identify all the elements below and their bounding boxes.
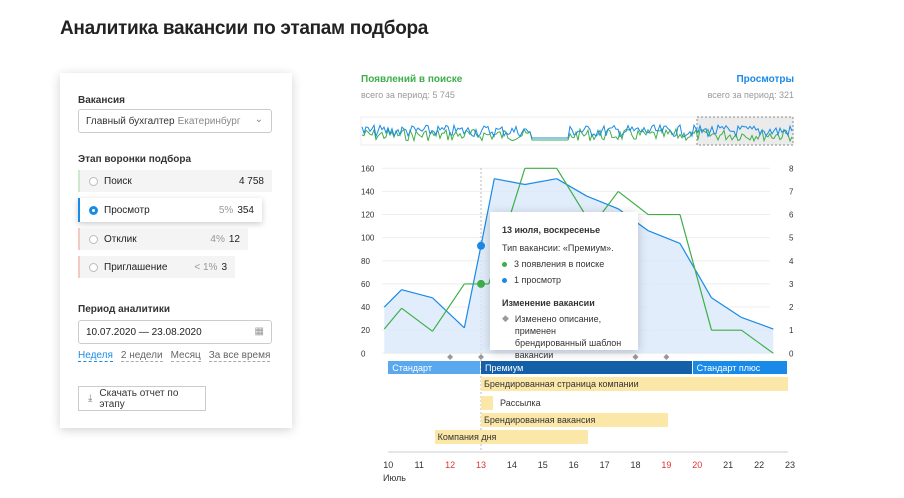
x-axis-tick: 20 [692, 460, 703, 470]
x-axis-tick: 19 [661, 460, 672, 470]
x-axis-tick: 22 [754, 460, 765, 470]
views-hover-point [477, 241, 485, 250]
service-label: Рассылка [500, 398, 541, 408]
x-axis-tick: 17 [599, 460, 610, 470]
service-label: Брендированная вакансия [484, 415, 596, 425]
tooltip-date: 13 июля, воскресенье [502, 225, 601, 235]
service-bar[interactable]: Рассылка [481, 396, 541, 410]
analytics-chart: 0 020 140 260 380 4100 5120 6140 7160 8 [360, 116, 794, 453]
diamond-icon: ◆ [502, 313, 509, 323]
tooltip-change-text: Изменено описание, применен брендированн… [514, 314, 622, 360]
left-axis-tick: 140 [361, 187, 375, 196]
x-axis-tick: 21 [723, 460, 734, 470]
right-axis-tick: 1 [789, 326, 794, 335]
service-bar[interactable]: Брендированная страница компании [481, 377, 789, 391]
change-marker-diamond [478, 354, 484, 360]
service-bar[interactable]: Брендированная вакансия [481, 413, 668, 427]
chart-tooltip: 13 июля, воскресенье Тип вакансии: «Прем… [490, 212, 638, 360]
x-axis-tick: 11 [414, 460, 424, 470]
service-label: Компания дня [437, 432, 497, 442]
vacancy-type-bar[interactable]: Премиум [481, 361, 692, 374]
left-axis-tick: 160 [361, 164, 375, 173]
x-axis-tick: 23 [784, 460, 795, 470]
right-axis-tick: 5 [789, 234, 794, 243]
x-axis-tick: 12 [445, 460, 456, 470]
left-axis-tick: 120 [361, 211, 375, 220]
vacancy-type-bar[interactable]: Стандарт [388, 361, 480, 374]
x-axis-tick: 10 [383, 460, 394, 470]
left-axis-tick: 100 [361, 234, 375, 243]
left-axis-tick: 80 [361, 257, 370, 266]
service-label: Брендированная страница компании [484, 379, 639, 389]
green-dot-icon [502, 261, 507, 267]
x-axis-tick: 18 [630, 460, 641, 470]
tooltip-type: Тип вакансии: «Премиум». [502, 243, 614, 253]
right-axis-tick: 2 [789, 303, 794, 312]
x-axis-tick: 16 [568, 460, 579, 470]
x-axis-tick: 15 [537, 460, 548, 470]
left-axis-tick: 0 [361, 349, 366, 358]
right-axis-tick: 6 [789, 211, 794, 220]
x-axis-tick: 14 [506, 460, 517, 470]
tooltip-change-title: Изменение вакансии [502, 298, 595, 308]
x-axis-month: Июль [383, 473, 406, 483]
right-axis-tick: 7 [789, 187, 794, 196]
right-axis-tick: 3 [789, 280, 794, 289]
tooltip-views: 1 просмотр [514, 275, 562, 285]
left-axis-tick: 20 [361, 326, 370, 335]
x-axis-tick: 13 [475, 460, 486, 470]
search-hover-point [477, 279, 485, 288]
vacancy-type-bar[interactable]: Стандарт плюс [692, 361, 788, 374]
blue-dot-icon [502, 277, 507, 283]
tooltip-search: 3 появления в поиске [514, 259, 605, 269]
left-axis-tick: 40 [361, 303, 370, 312]
change-marker-diamond [447, 354, 454, 360]
left-axis-tick: 60 [361, 280, 370, 289]
change-marker-diamond [663, 354, 670, 360]
right-axis-tick: 8 [789, 164, 794, 173]
right-axis-tick: 0 [789, 349, 794, 358]
change-marker-diamond [632, 354, 639, 360]
service-bar[interactable]: Компания дня [434, 430, 588, 444]
right-axis-tick: 4 [789, 257, 794, 266]
